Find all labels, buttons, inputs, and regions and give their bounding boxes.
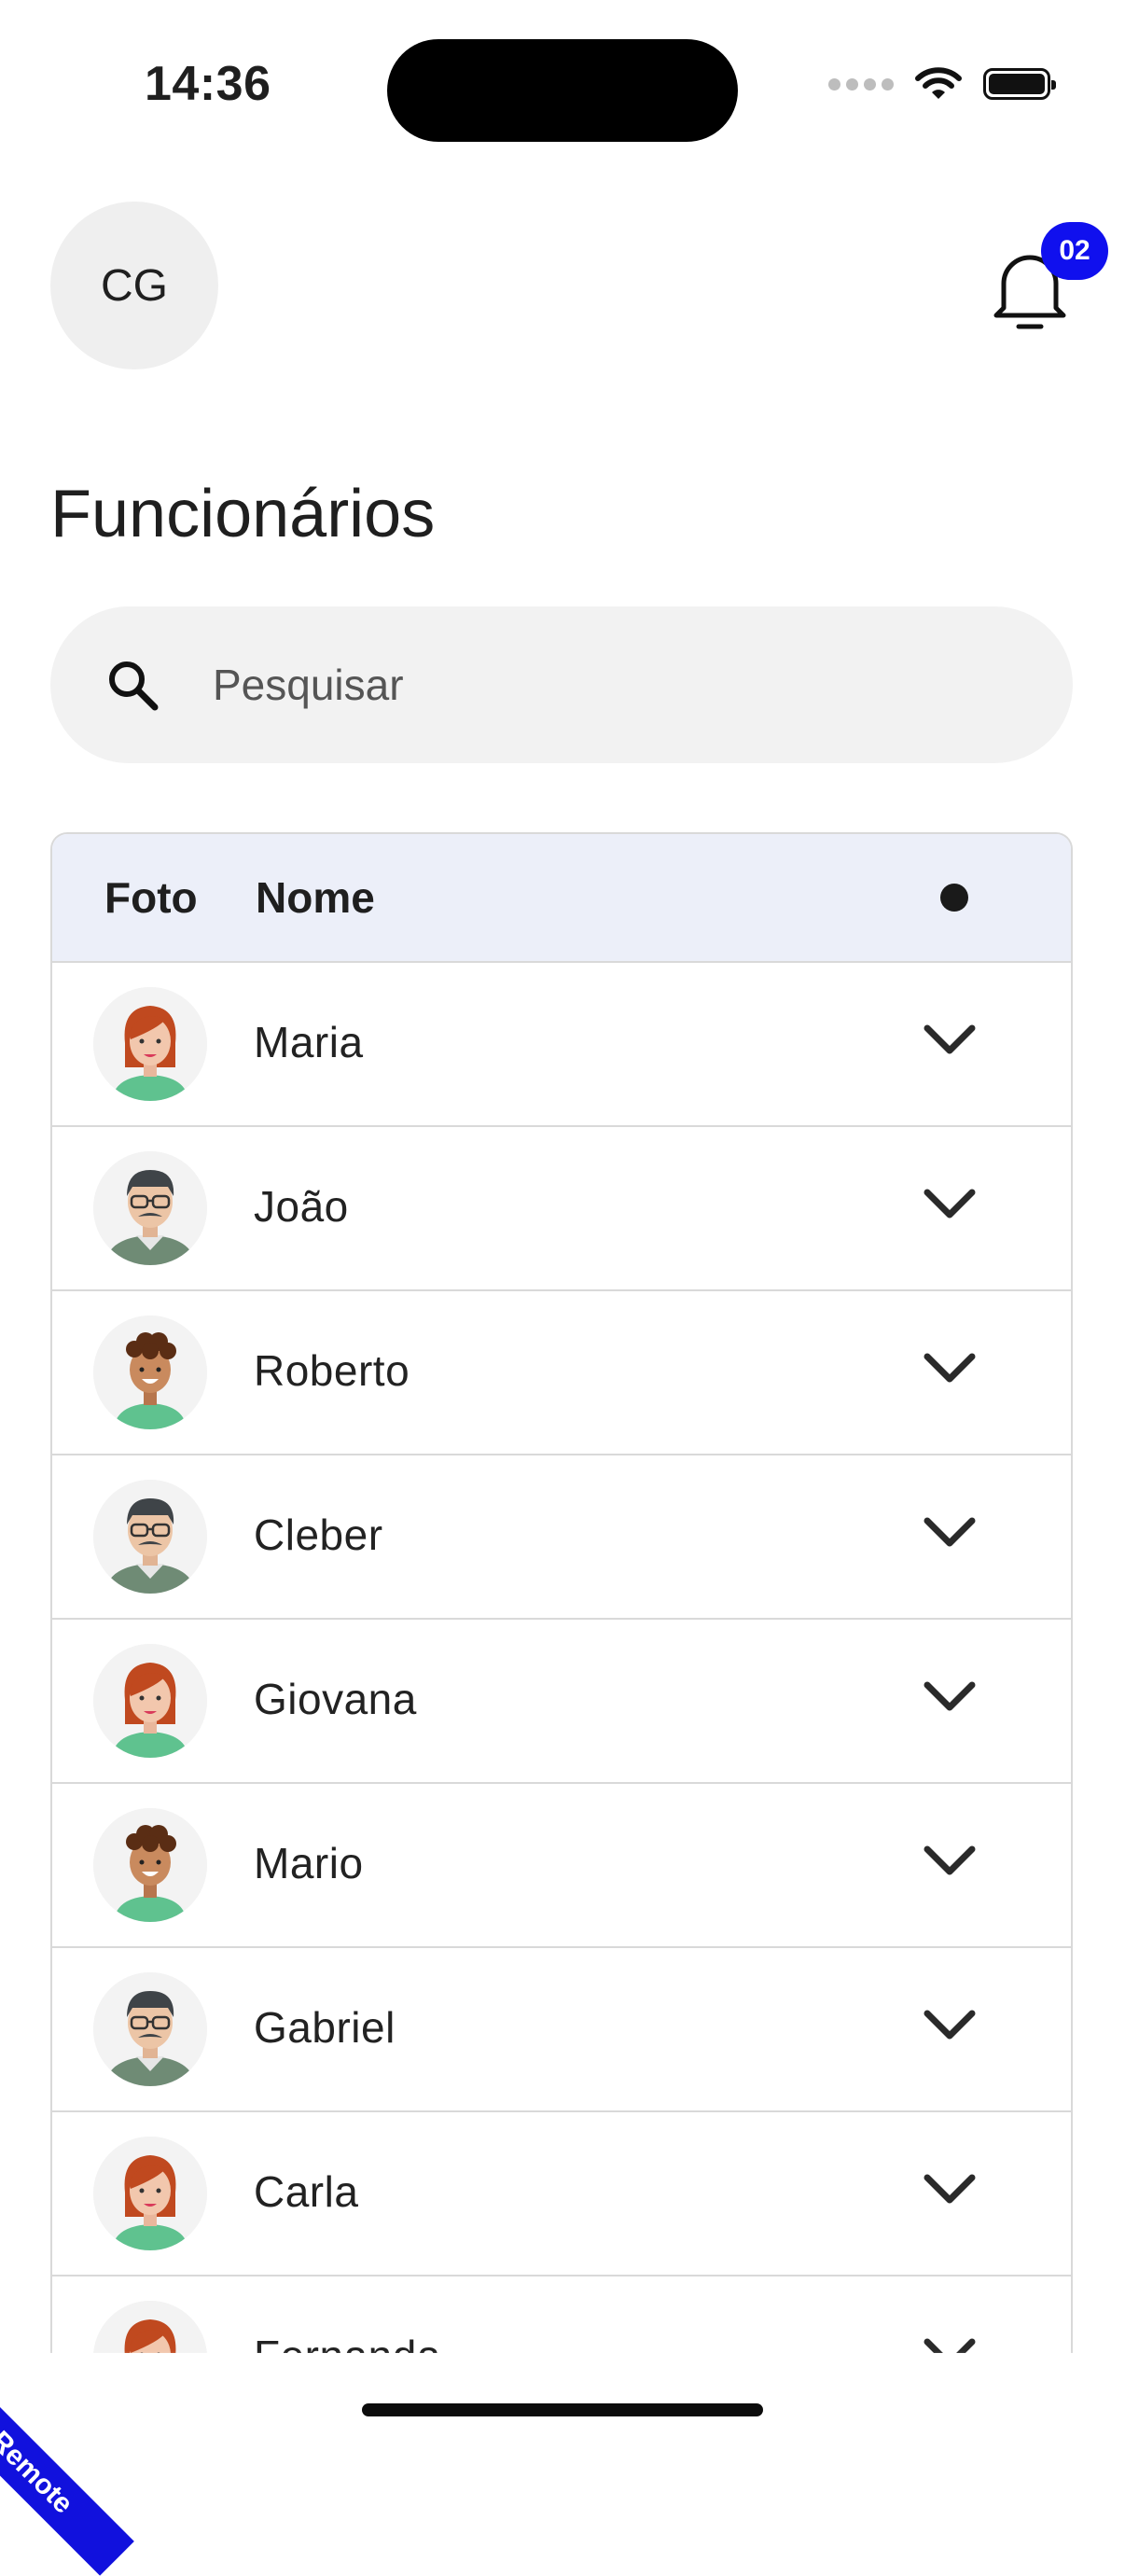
boy-curly-hair-icon	[93, 1316, 207, 1429]
chevron-down-icon[interactable]	[922, 2334, 978, 2353]
boy-curly-hair-icon	[93, 1808, 207, 1922]
avatar-initials: CG	[101, 260, 168, 311]
chevron-down-icon[interactable]	[922, 2006, 978, 2043]
woman-redhair-icon	[93, 2301, 207, 2353]
man-glasses-mustache-icon	[93, 1972, 207, 2086]
employee-name: Carla	[254, 2167, 359, 2216]
employee-name: Fernanda	[254, 2331, 441, 2353]
wifi-icon	[915, 67, 962, 99]
search-input[interactable]	[211, 659, 961, 711]
man-glasses-mustache-icon	[93, 1480, 207, 1594]
table-row[interactable]: João	[52, 1127, 1071, 1291]
status-time: 14:36	[145, 57, 271, 111]
page-title: Funcionários	[50, 477, 436, 551]
chevron-down-icon[interactable]	[922, 1842, 978, 1879]
column-header-status-dot	[940, 884, 968, 912]
employee-name: Giovana	[254, 1675, 417, 1723]
table-row[interactable]: Fernanda	[52, 2277, 1071, 2353]
table-row[interactable]: Gabriel	[52, 1948, 1071, 2112]
home-indicator[interactable]	[362, 2403, 763, 2416]
table-row[interactable]: Maria	[52, 963, 1071, 1127]
woman-redhair-icon	[93, 987, 207, 1101]
employee-name: Roberto	[254, 1346, 410, 1395]
man-glasses-mustache-icon	[93, 1151, 207, 1265]
search-bar[interactable]	[50, 606, 1073, 763]
chevron-down-icon[interactable]	[922, 1513, 978, 1551]
employees-table: Foto Nome Maria João Roberto Cleber Giovana M…	[50, 832, 1073, 2353]
employee-name: Mario	[254, 1839, 364, 1887]
table-row[interactable]: Carla	[52, 2112, 1071, 2277]
table-row[interactable]: Giovana	[52, 1620, 1071, 1784]
column-header-name: Nome	[256, 873, 375, 922]
bottom-fade	[0, 2351, 1125, 2446]
chevron-down-icon[interactable]	[922, 2170, 978, 2207]
cellular-signal-icon	[828, 77, 894, 91]
woman-redhair-icon	[93, 1644, 207, 1758]
chevron-down-icon[interactable]	[922, 1349, 978, 1386]
status-icons	[828, 65, 1056, 103]
employee-name: Maria	[254, 1018, 364, 1066]
search-icon	[109, 661, 159, 711]
chevron-down-icon[interactable]	[922, 1678, 978, 1715]
notification-badge: 02	[1041, 222, 1108, 280]
battery-icon	[983, 68, 1056, 100]
table-row[interactable]: Roberto	[52, 1291, 1071, 1455]
column-header-photo: Foto	[104, 873, 198, 922]
table-row[interactable]: Mario	[52, 1784, 1071, 1948]
chevron-down-icon[interactable]	[922, 1185, 978, 1222]
dynamic-island	[387, 39, 738, 142]
employee-name: João	[254, 1182, 349, 1231]
user-avatar[interactable]: CG	[50, 202, 218, 369]
woman-redhair-icon	[93, 2137, 207, 2250]
chevron-down-icon[interactable]	[922, 1021, 978, 1058]
table-header: Foto Nome	[52, 834, 1071, 963]
employee-name: Cleber	[254, 1511, 383, 1559]
table-body: Maria João Roberto Cleber Giovana Mario Gabrie…	[52, 963, 1071, 2353]
employee-name: Gabriel	[254, 2003, 396, 2052]
table-row[interactable]: Cleber	[52, 1455, 1071, 1620]
